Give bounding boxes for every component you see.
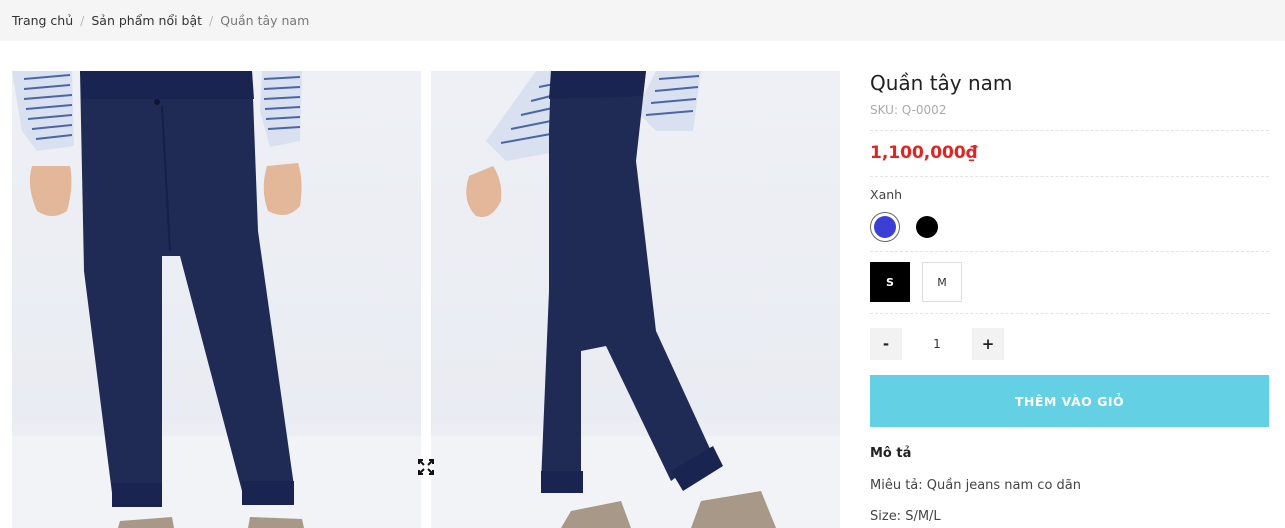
product-title: Quần tây nam: [870, 71, 1013, 95]
product-price: 1,100,000₫: [870, 143, 978, 163]
expand-arrows-icon[interactable]: [416, 457, 436, 477]
breadcrumb-home-link[interactable]: Trang chủ: [12, 13, 73, 28]
pants-side-illustration: [431, 71, 840, 528]
breadcrumb-separator: /: [80, 13, 85, 28]
selected-color-label: Xanh: [870, 187, 903, 202]
color-swatch-blue[interactable]: [870, 212, 900, 242]
divider: [870, 130, 1269, 131]
description-line: Size: S/M/L: [870, 509, 941, 524]
breadcrumb: Trang chủ / Sản phẩm nổi bật / Quần tây …: [0, 0, 1285, 41]
quantity-increase-button[interactable]: +: [972, 328, 1004, 360]
quantity-stepper: - +: [870, 328, 1004, 360]
breadcrumb-current: Quần tây nam: [220, 13, 310, 28]
description-heading: Mô tả: [870, 446, 912, 461]
color-dot-blue: [874, 216, 896, 238]
quantity-decrease-button[interactable]: -: [870, 328, 902, 360]
product-image-front[interactable]: [12, 71, 421, 528]
color-swatch-black[interactable]: [912, 212, 942, 242]
divider: [870, 176, 1269, 177]
product-image-side[interactable]: [431, 71, 840, 528]
pants-front-illustration: [12, 71, 421, 528]
divider: [870, 313, 1269, 314]
breadcrumb-category-link[interactable]: Sản phẩm nổi bật: [91, 13, 202, 28]
description-line: Miêu tả: Quần jeans nam co dãn: [870, 478, 1081, 493]
divider: [870, 251, 1269, 252]
size-option-s[interactable]: S: [870, 262, 910, 302]
color-dot-black: [916, 216, 938, 238]
product-sku: SKU: Q-0002: [870, 103, 947, 117]
quantity-input[interactable]: [902, 328, 972, 360]
breadcrumb-separator: /: [209, 13, 214, 28]
add-to-cart-button[interactable]: THÊM VÀO GIỎ: [870, 375, 1269, 427]
size-option-m[interactable]: M: [922, 262, 962, 302]
